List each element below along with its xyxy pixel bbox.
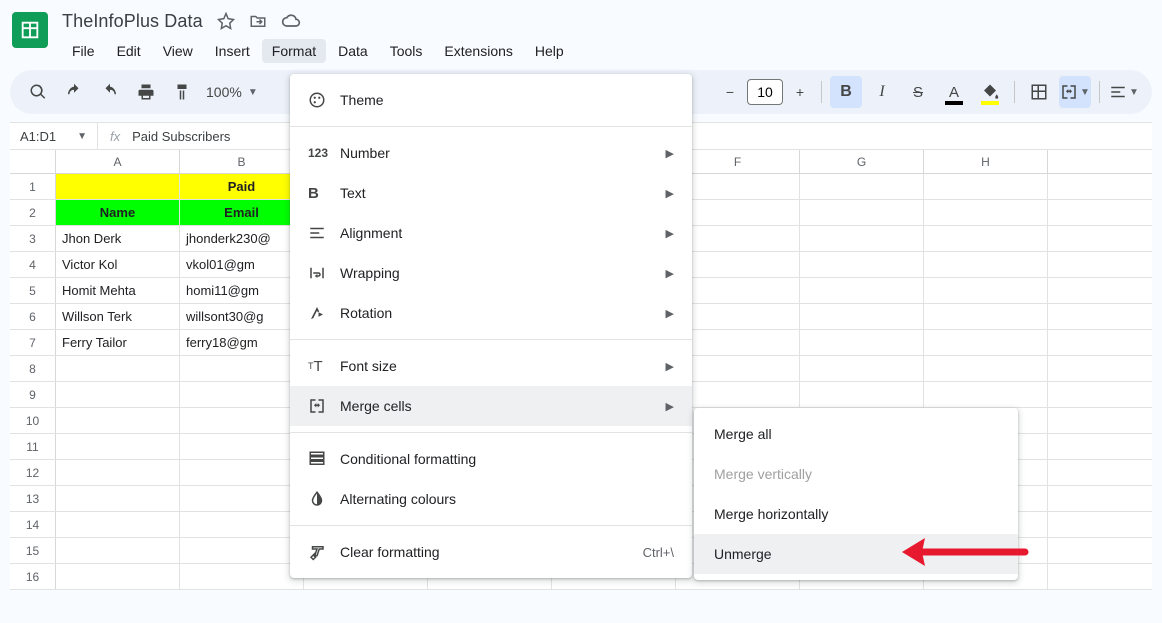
align-icon (308, 224, 332, 242)
unmerge[interactable]: Unmerge (694, 534, 1018, 574)
col-header[interactable]: B (180, 150, 304, 173)
menu-font-size[interactable]: TT Font size▶ (290, 346, 692, 386)
menu-file[interactable]: File (62, 39, 105, 63)
font-size-input[interactable] (747, 79, 783, 105)
name-box[interactable]: A1:D1▼ (10, 123, 98, 149)
row-header[interactable]: 1 (10, 174, 56, 199)
font-size-decrease[interactable]: − (717, 79, 743, 105)
bold-button[interactable]: B (830, 76, 862, 108)
menu-wrapping[interactable]: Wrapping▶ (290, 253, 692, 293)
paint-format-icon[interactable] (166, 76, 198, 108)
menu-bar: File Edit View Insert Format Data Tools … (62, 36, 1150, 66)
menu-help[interactable]: Help (525, 39, 574, 63)
font-size-icon: TT (308, 358, 332, 375)
theme-icon (308, 91, 332, 109)
italic-button[interactable]: I (866, 76, 898, 108)
row-header[interactable]: 2 (10, 200, 56, 225)
merge-icon (308, 397, 332, 415)
merge-cells-button[interactable]: ▼ (1059, 76, 1091, 108)
merge-all[interactable]: Merge all (694, 414, 1018, 454)
col-header[interactable]: G (800, 150, 924, 173)
menu-data[interactable]: Data (328, 39, 378, 63)
star-icon[interactable] (217, 12, 235, 30)
fill-color-button[interactable] (974, 76, 1006, 108)
formula-input[interactable]: Paid Subscribers (132, 129, 230, 144)
zoom-select[interactable]: 100%▼ (202, 84, 262, 100)
text-color-button[interactable]: A (938, 76, 970, 108)
menu-alternating-colours[interactable]: Alternating colours (290, 479, 692, 519)
menu-alignment[interactable]: Alignment▶ (290, 213, 692, 253)
menu-extensions[interactable]: Extensions (434, 39, 522, 63)
menu-merge-cells[interactable]: Merge cells▶ (290, 386, 692, 426)
menu-format[interactable]: Format (262, 39, 326, 63)
conditional-icon (308, 450, 332, 468)
menu-tools[interactable]: Tools (380, 39, 433, 63)
menu-view[interactable]: View (153, 39, 203, 63)
search-icon[interactable] (22, 76, 54, 108)
menu-insert[interactable]: Insert (205, 39, 260, 63)
select-all-corner[interactable] (10, 150, 56, 173)
format-dropdown: Theme 123 Number▶ B Text▶ Alignment▶ Wra… (290, 74, 692, 578)
borders-button[interactable] (1023, 76, 1055, 108)
number-icon: 123 (308, 146, 332, 160)
menu-conditional-formatting[interactable]: Conditional formatting (290, 439, 692, 479)
undo-icon[interactable] (58, 76, 90, 108)
document-title[interactable]: TheInfoPlus Data (62, 11, 203, 32)
move-folder-icon[interactable] (249, 12, 267, 30)
rotation-icon (308, 304, 332, 322)
strikethrough-button[interactable]: S (902, 76, 934, 108)
menu-number[interactable]: 123 Number▶ (290, 133, 692, 173)
redo-icon[interactable] (94, 76, 126, 108)
horizontal-align-button[interactable]: ▼ (1108, 76, 1140, 108)
menu-text[interactable]: B Text▶ (290, 173, 692, 213)
merge-horizontally[interactable]: Merge horizontally (694, 494, 1018, 534)
droplet-icon (308, 490, 332, 508)
cloud-status-icon[interactable] (281, 11, 301, 31)
bold-icon: B (308, 185, 332, 202)
print-icon[interactable] (130, 76, 162, 108)
menu-edit[interactable]: Edit (107, 39, 151, 63)
merge-vertically: Merge vertically (694, 454, 1018, 494)
fx-icon: fx (98, 129, 132, 144)
app-header: TheInfoPlus Data File Edit View Insert F… (0, 0, 1162, 64)
font-size-increase[interactable]: + (787, 79, 813, 105)
menu-theme[interactable]: Theme (290, 80, 692, 120)
menu-rotation[interactable]: Rotation▶ (290, 293, 692, 333)
merge-cells-submenu: Merge all Merge vertically Merge horizon… (694, 408, 1018, 580)
col-header[interactable]: F (676, 150, 800, 173)
wrap-icon (308, 264, 332, 282)
col-header[interactable]: A (56, 150, 180, 173)
col-header[interactable]: H (924, 150, 1048, 173)
clear-format-icon (308, 543, 332, 561)
menu-clear-formatting[interactable]: Clear formatting Ctrl+\ (290, 532, 692, 572)
sheets-logo-icon[interactable] (12, 12, 48, 48)
